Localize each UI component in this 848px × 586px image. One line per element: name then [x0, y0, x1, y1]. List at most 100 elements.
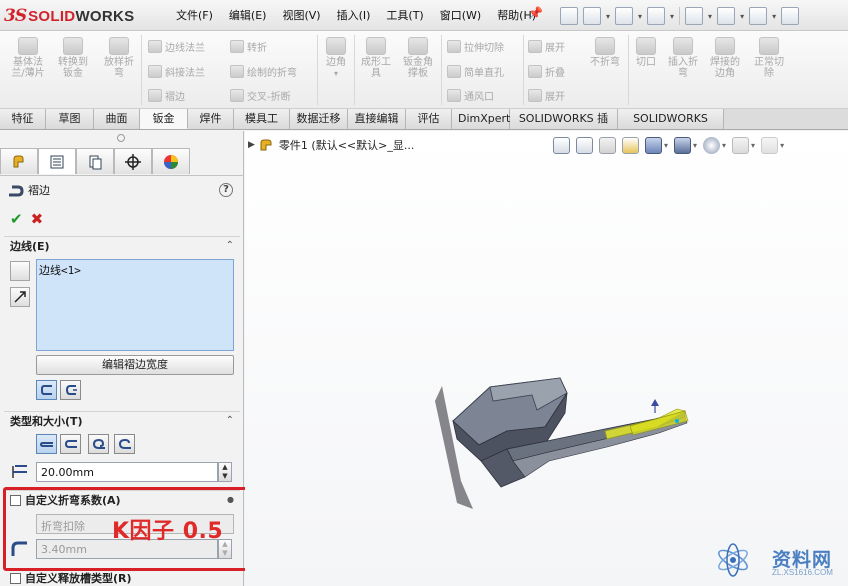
- hem-tear-drop-button[interactable]: [88, 434, 109, 454]
- material-inside-button[interactable]: [36, 380, 57, 400]
- display-style-dropdown-icon[interactable]: ▾: [693, 141, 697, 150]
- new-document-icon[interactable]: [583, 7, 601, 25]
- undo-dropdown-icon[interactable]: ▾: [740, 12, 744, 21]
- collapse-caret-icon[interactable]: ⌃: [226, 240, 234, 251]
- edge-flange-button[interactable]: 边线法兰: [148, 39, 205, 54]
- zoom-to-area-icon[interactable]: [576, 136, 593, 154]
- welded-corner-button[interactable]: 焊接的边角: [706, 37, 744, 79]
- tab-weldments[interactable]: 焊件: [188, 109, 234, 129]
- select-arrow-icon[interactable]: [749, 7, 768, 25]
- tab-features[interactable]: 特征: [0, 109, 46, 129]
- menu-edit[interactable]: 编辑(E): [221, 7, 275, 23]
- bend-outside-button[interactable]: [60, 380, 81, 400]
- flatten-button[interactable]: 展开: [528, 88, 565, 103]
- display-style-icon[interactable]: [674, 136, 692, 154]
- orientation-dropdown-icon[interactable]: ▾: [664, 141, 668, 150]
- previous-view-icon[interactable]: [599, 136, 616, 154]
- vent-button[interactable]: 通风口: [447, 88, 494, 103]
- dimxpert-manager-tab[interactable]: [114, 148, 152, 174]
- feature-tree-flyout[interactable]: ▶ 零件1 (默认<<默认>_显...: [248, 137, 414, 153]
- zoom-to-fit-icon[interactable]: [553, 136, 570, 154]
- section-view-icon[interactable]: [622, 136, 639, 154]
- hide-show-dropdown-icon[interactable]: ▾: [722, 141, 726, 150]
- gusset-button[interactable]: 钣金角撑板: [400, 37, 436, 79]
- menu-tools[interactable]: 工具(T): [378, 7, 431, 23]
- save-icon[interactable]: [647, 7, 666, 25]
- appearance-dropdown-icon[interactable]: ▾: [751, 141, 755, 150]
- hem-rolled-button[interactable]: [114, 434, 135, 454]
- part-model-view[interactable]: [245, 131, 848, 586]
- selected-edge-item[interactable]: 边线<1>: [39, 262, 231, 278]
- save-dropdown-icon[interactable]: ▾: [670, 12, 674, 21]
- tab-surfaces[interactable]: 曲面: [94, 109, 140, 129]
- length-spinner[interactable]: ▲ ▼: [218, 462, 232, 482]
- undo-icon[interactable]: [717, 7, 736, 25]
- fold-button[interactable]: 折叠: [528, 64, 565, 79]
- new-dropdown-icon[interactable]: ▾: [606, 12, 610, 21]
- solidworks-logo[interactable]: 3S SOLIDWORKS: [4, 3, 150, 29]
- convert-to-sheet-metal-button[interactable]: 转换到钣金: [56, 37, 90, 79]
- type-size-group-header[interactable]: 类型和大小(T) ⌃: [4, 411, 240, 429]
- hem-closed-button[interactable]: [36, 434, 57, 454]
- hide-show-items-icon[interactable]: [703, 136, 721, 154]
- print-icon[interactable]: [685, 7, 704, 25]
- collapse-caret-icon[interactable]: ⌃: [226, 415, 234, 426]
- expand-arrow-icon[interactable]: ▶: [248, 140, 255, 150]
- help-icon[interactable]: ?: [219, 183, 233, 197]
- tab-sheet-metal[interactable]: 钣金: [140, 109, 188, 129]
- reverse-direction-icon[interactable]: [10, 287, 30, 307]
- corners-button[interactable]: 边角 ▾: [321, 37, 351, 79]
- print-dropdown-icon[interactable]: ▾: [708, 12, 712, 21]
- tab-direct-editing[interactable]: 直接编辑: [348, 109, 406, 129]
- tab-evaluate[interactable]: 评估: [406, 109, 452, 129]
- tab-data-migration[interactable]: 数据迁移: [290, 109, 348, 129]
- rip-button[interactable]: 切口: [632, 37, 660, 68]
- feature-manager-tab[interactable]: [0, 148, 38, 174]
- home-icon[interactable]: [560, 7, 578, 25]
- tab-solidworks-mbd[interactable]: SOLIDWORKS MBD: [618, 109, 724, 145]
- scene-dropdown-icon[interactable]: ▾: [780, 141, 784, 150]
- tab-solidworks-addins[interactable]: SOLIDWORKS 插件: [510, 109, 618, 145]
- hem-open-button[interactable]: [60, 434, 81, 454]
- open-folder-icon[interactable]: [615, 7, 634, 25]
- miter-flange-button[interactable]: 斜接法兰: [148, 64, 205, 79]
- pin-icon[interactable]: 📌: [528, 6, 543, 20]
- menu-view[interactable]: 视图(V): [274, 7, 328, 23]
- tab-sketch[interactable]: 草图: [46, 109, 94, 129]
- cancel-x-icon[interactable]: ✖: [31, 210, 44, 228]
- display-manager-tab[interactable]: [152, 148, 190, 174]
- graphics-area[interactable]: [245, 131, 848, 586]
- view-orientation-icon[interactable]: [645, 136, 662, 154]
- lofted-bend-button[interactable]: 放样折弯: [101, 37, 137, 79]
- ok-checkmark-icon[interactable]: ✔: [10, 210, 23, 228]
- custom-relief-checkbox[interactable]: [10, 573, 21, 584]
- corners-dropdown-icon[interactable]: ▾: [334, 69, 338, 78]
- base-flange-button[interactable]: 基体法兰/薄片: [10, 37, 46, 79]
- normal-cut-button[interactable]: 正常切除: [750, 37, 788, 79]
- extruded-cut-button[interactable]: 拉伸切除: [447, 39, 504, 54]
- edge-selection-list[interactable]: 边线<1>: [36, 259, 234, 351]
- panel-splitter-handle[interactable]: [117, 134, 125, 142]
- unfold-button[interactable]: 展开: [528, 39, 565, 54]
- configuration-manager-tab[interactable]: [76, 148, 114, 174]
- edges-group-header[interactable]: 边线(E) ⌃: [4, 236, 240, 254]
- edit-appearance-icon[interactable]: [732, 136, 750, 154]
- tab-mold-tools[interactable]: 模具工具: [234, 109, 290, 145]
- hem-length-input[interactable]: 20.00mm: [36, 462, 218, 482]
- tab-dimxpert[interactable]: DimXpert: [452, 109, 510, 129]
- menu-window[interactable]: 窗口(W): [432, 7, 489, 23]
- cross-break-button[interactable]: 交叉-折断: [230, 88, 291, 103]
- select-dropdown-icon[interactable]: ▾: [772, 12, 776, 21]
- property-manager-tab[interactable]: [38, 148, 76, 174]
- menu-insert[interactable]: 插入(I): [329, 7, 379, 23]
- rebuild-icon[interactable]: [781, 7, 800, 25]
- sketched-bend-button[interactable]: 绘制的折弯: [230, 64, 297, 79]
- edit-hem-width-button[interactable]: 编辑褶边宽度: [36, 355, 234, 375]
- insert-bends-button[interactable]: 插入折弯: [664, 37, 702, 79]
- open-dropdown-icon[interactable]: ▾: [638, 12, 642, 21]
- forming-tool-button[interactable]: 成形工具: [358, 37, 394, 79]
- no-bends-button[interactable]: 不折弯: [588, 37, 622, 68]
- jog-button[interactable]: 转折: [230, 39, 267, 54]
- hem-button[interactable]: 褶边: [148, 88, 185, 103]
- menu-file[interactable]: 文件(F): [168, 7, 221, 23]
